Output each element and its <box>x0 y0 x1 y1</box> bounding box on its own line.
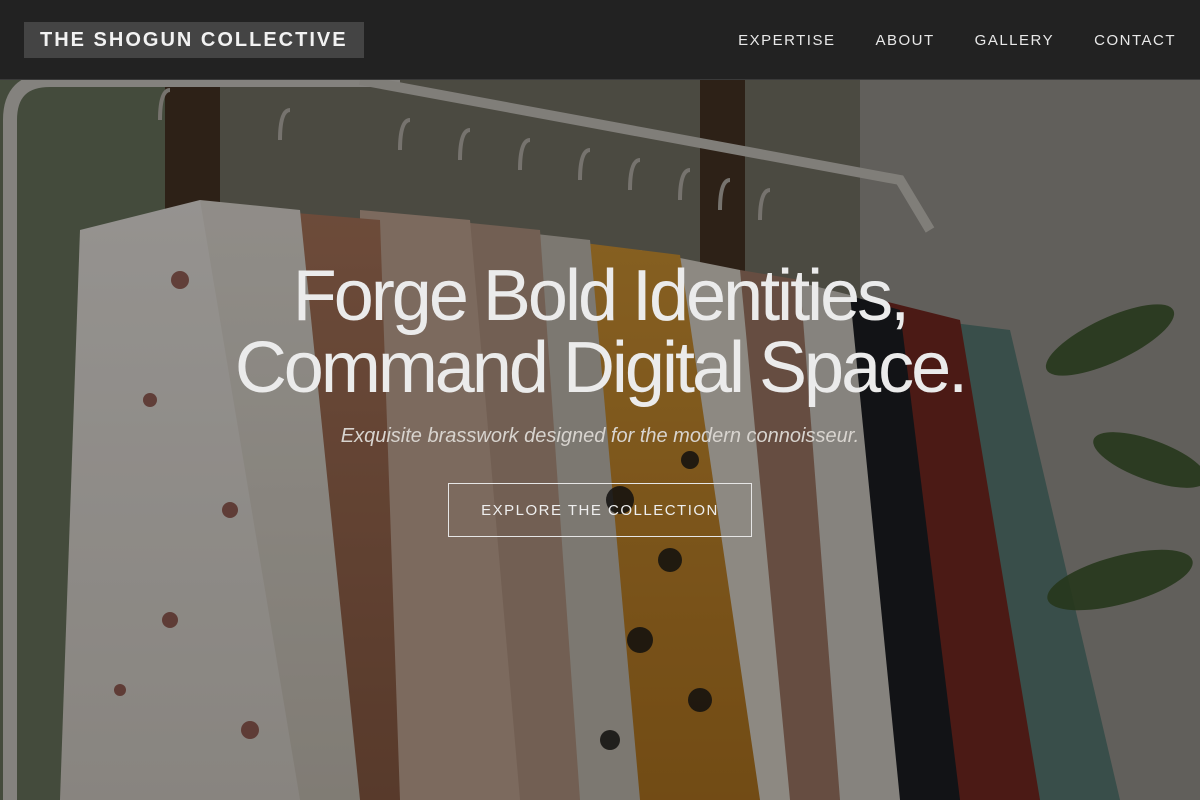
explore-collection-button[interactable]: EXPLORE THE COLLECTION <box>448 483 752 537</box>
hero-title: Forge Bold Identities, Command Digital S… <box>0 260 1200 404</box>
main-nav: EXPERTISE ABOUT GALLERY CONTACT <box>698 0 1176 80</box>
hero-title-line-1: Forge Bold Identities, <box>292 256 910 336</box>
site-logo[interactable]: THE SHOGUN COLLECTIVE <box>24 22 364 58</box>
hero-section: Forge Bold Identities, Command Digital S… <box>0 80 1200 800</box>
hero-subtitle: Exquisite brasswork designed for the mod… <box>340 425 860 447</box>
nav-link-gallery[interactable]: GALLERY <box>975 32 1054 49</box>
nav-link-about[interactable]: ABOUT <box>875 32 934 49</box>
nav-link-contact[interactable]: CONTACT <box>1094 32 1176 49</box>
hero-title-line-2: Command Digital Space. <box>234 328 968 408</box>
nav-link-expertise[interactable]: EXPERTISE <box>738 32 835 49</box>
site-header: THE SHOGUN COLLECTIVE EXPERTISE ABOUT GA… <box>0 0 1200 80</box>
